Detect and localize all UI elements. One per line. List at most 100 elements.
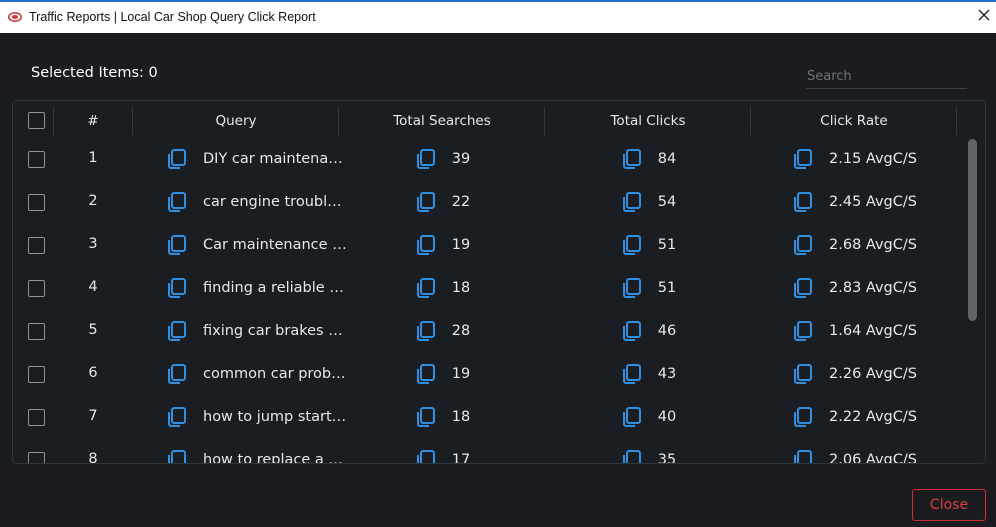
- copy-icon[interactable]: [791, 234, 813, 256]
- copy-icon[interactable]: [414, 363, 436, 385]
- copy-icon[interactable]: [414, 320, 436, 342]
- vertical-scrollbar[interactable]: [968, 139, 977, 321]
- search-input[interactable]: [806, 62, 967, 89]
- copy-icon[interactable]: [620, 234, 642, 256]
- total-searches-value: 17: [451, 451, 471, 464]
- select-all-checkbox[interactable]: [28, 112, 45, 129]
- row-checkbox[interactable]: [28, 366, 45, 383]
- copy-icon[interactable]: [165, 234, 187, 256]
- column-header-query[interactable]: Query: [133, 101, 339, 137]
- row-number: 6: [88, 365, 98, 381]
- column-header-number[interactable]: #: [73, 101, 113, 137]
- total-clicks-value: 84: [657, 150, 677, 167]
- query-text: finding a reliable mechanic: [203, 279, 347, 296]
- table-row: 1 DIY car maintenance tips 39 84 2.15 Av…: [13, 137, 985, 180]
- copy-icon[interactable]: [620, 449, 642, 465]
- copy-icon[interactable]: [414, 234, 436, 256]
- copy-icon[interactable]: [791, 320, 813, 342]
- copy-icon[interactable]: [620, 406, 642, 428]
- query-text: how to replace a tire: [203, 451, 347, 464]
- row-checkbox[interactable]: [28, 151, 45, 168]
- copy-icon[interactable]: [165, 449, 187, 465]
- total-clicks-value: 40: [657, 408, 677, 425]
- total-searches-value: 18: [451, 279, 471, 296]
- table-row: 6 common car problems 19 43 2.26 AvgC/S: [13, 352, 985, 395]
- total-clicks-value: 35: [657, 451, 677, 464]
- copy-icon[interactable]: [620, 148, 642, 170]
- report-table: # Query Total Searches Total Clicks Clic…: [12, 100, 986, 464]
- table-row: 2 car engine troubleshooting 22 54 2.45 …: [13, 180, 985, 223]
- total-clicks-value: 51: [657, 236, 677, 253]
- query-text: car engine troubleshooting: [203, 193, 347, 210]
- total-searches-value: 19: [451, 365, 471, 382]
- click-rate-value: 2.22 AvgC/S: [829, 408, 917, 425]
- click-rate-value: 1.64 AvgC/S: [829, 322, 917, 339]
- table-body: 1 DIY car maintenance tips 39 84 2.15 Av…: [13, 137, 985, 465]
- row-number: 2: [88, 193, 98, 209]
- copy-icon[interactable]: [620, 277, 642, 299]
- copy-icon[interactable]: [620, 363, 642, 385]
- copy-icon[interactable]: [414, 406, 436, 428]
- copy-icon[interactable]: [791, 406, 813, 428]
- copy-icon[interactable]: [165, 363, 187, 385]
- copy-icon[interactable]: [791, 363, 813, 385]
- column-header-click-rate[interactable]: Click Rate: [751, 101, 957, 137]
- row-checkbox[interactable]: [28, 280, 45, 297]
- copy-icon[interactable]: [620, 320, 642, 342]
- click-rate-value: 2.45 AvgC/S: [829, 193, 917, 210]
- total-clicks-value: 43: [657, 365, 677, 382]
- column-divider: [53, 107, 54, 135]
- row-checkbox[interactable]: [28, 237, 45, 254]
- row-checkbox[interactable]: [28, 323, 45, 340]
- click-rate-value: 2.26 AvgC/S: [829, 365, 917, 382]
- copy-icon[interactable]: [165, 406, 187, 428]
- row-number: 5: [88, 322, 98, 338]
- query-text: Car maintenance checklist: [203, 236, 347, 253]
- row-number: 8: [88, 451, 98, 464]
- total-clicks-value: 51: [657, 279, 677, 296]
- total-searches-value: 19: [451, 236, 471, 253]
- table-row: 5 fixing car brakes at home 28 46 1.64 A…: [13, 309, 985, 352]
- total-searches-value: 18: [451, 408, 471, 425]
- copy-icon[interactable]: [165, 320, 187, 342]
- total-clicks-value: 54: [657, 193, 677, 210]
- table-row: 4 finding a reliable mechanic 18 51 2.83…: [13, 266, 985, 309]
- row-checkbox[interactable]: [28, 452, 45, 463]
- traffic-logo-icon: [8, 12, 22, 22]
- copy-icon[interactable]: [791, 148, 813, 170]
- click-rate-value: 2.15 AvgC/S: [829, 150, 917, 167]
- copy-icon[interactable]: [414, 191, 436, 213]
- query-text: fixing car brakes at home: [203, 322, 347, 339]
- copy-icon[interactable]: [414, 277, 436, 299]
- row-checkbox[interactable]: [28, 409, 45, 426]
- copy-icon[interactable]: [414, 449, 436, 465]
- close-button[interactable]: Close: [912, 489, 986, 521]
- copy-icon[interactable]: [165, 191, 187, 213]
- table-row: 7 how to jump start a car 18 40 2.22 Avg…: [13, 395, 985, 438]
- copy-icon[interactable]: [620, 191, 642, 213]
- table-row: 8 how to replace a tire 17 35 2.06 AvgC/…: [13, 438, 985, 465]
- query-text: how to jump start a car: [203, 408, 347, 425]
- click-rate-value: 2.06 AvgC/S: [829, 451, 917, 464]
- click-rate-value: 2.68 AvgC/S: [829, 236, 917, 253]
- copy-icon[interactable]: [165, 148, 187, 170]
- row-checkbox[interactable]: [28, 194, 45, 211]
- total-clicks-value: 46: [657, 322, 677, 339]
- row-number: 3: [88, 236, 98, 252]
- row-number: 4: [88, 279, 98, 295]
- total-searches-value: 28: [451, 322, 471, 339]
- query-text: common car problems: [203, 365, 347, 382]
- copy-icon[interactable]: [791, 449, 813, 465]
- copy-icon[interactable]: [791, 191, 813, 213]
- row-number: 1: [88, 150, 98, 166]
- column-header-total-searches[interactable]: Total Searches: [339, 101, 545, 137]
- copy-icon[interactable]: [165, 277, 187, 299]
- copy-icon[interactable]: [414, 148, 436, 170]
- copy-icon[interactable]: [791, 277, 813, 299]
- column-header-total-clicks[interactable]: Total Clicks: [545, 101, 751, 137]
- close-icon[interactable]: [977, 8, 991, 22]
- total-searches-value: 39: [451, 150, 471, 167]
- window-title: Traffic Reports | Local Car Shop Query C…: [29, 10, 316, 24]
- window-titlebar: Traffic Reports | Local Car Shop Query C…: [0, 0, 996, 33]
- selected-items-count: Selected Items: 0: [31, 65, 158, 81]
